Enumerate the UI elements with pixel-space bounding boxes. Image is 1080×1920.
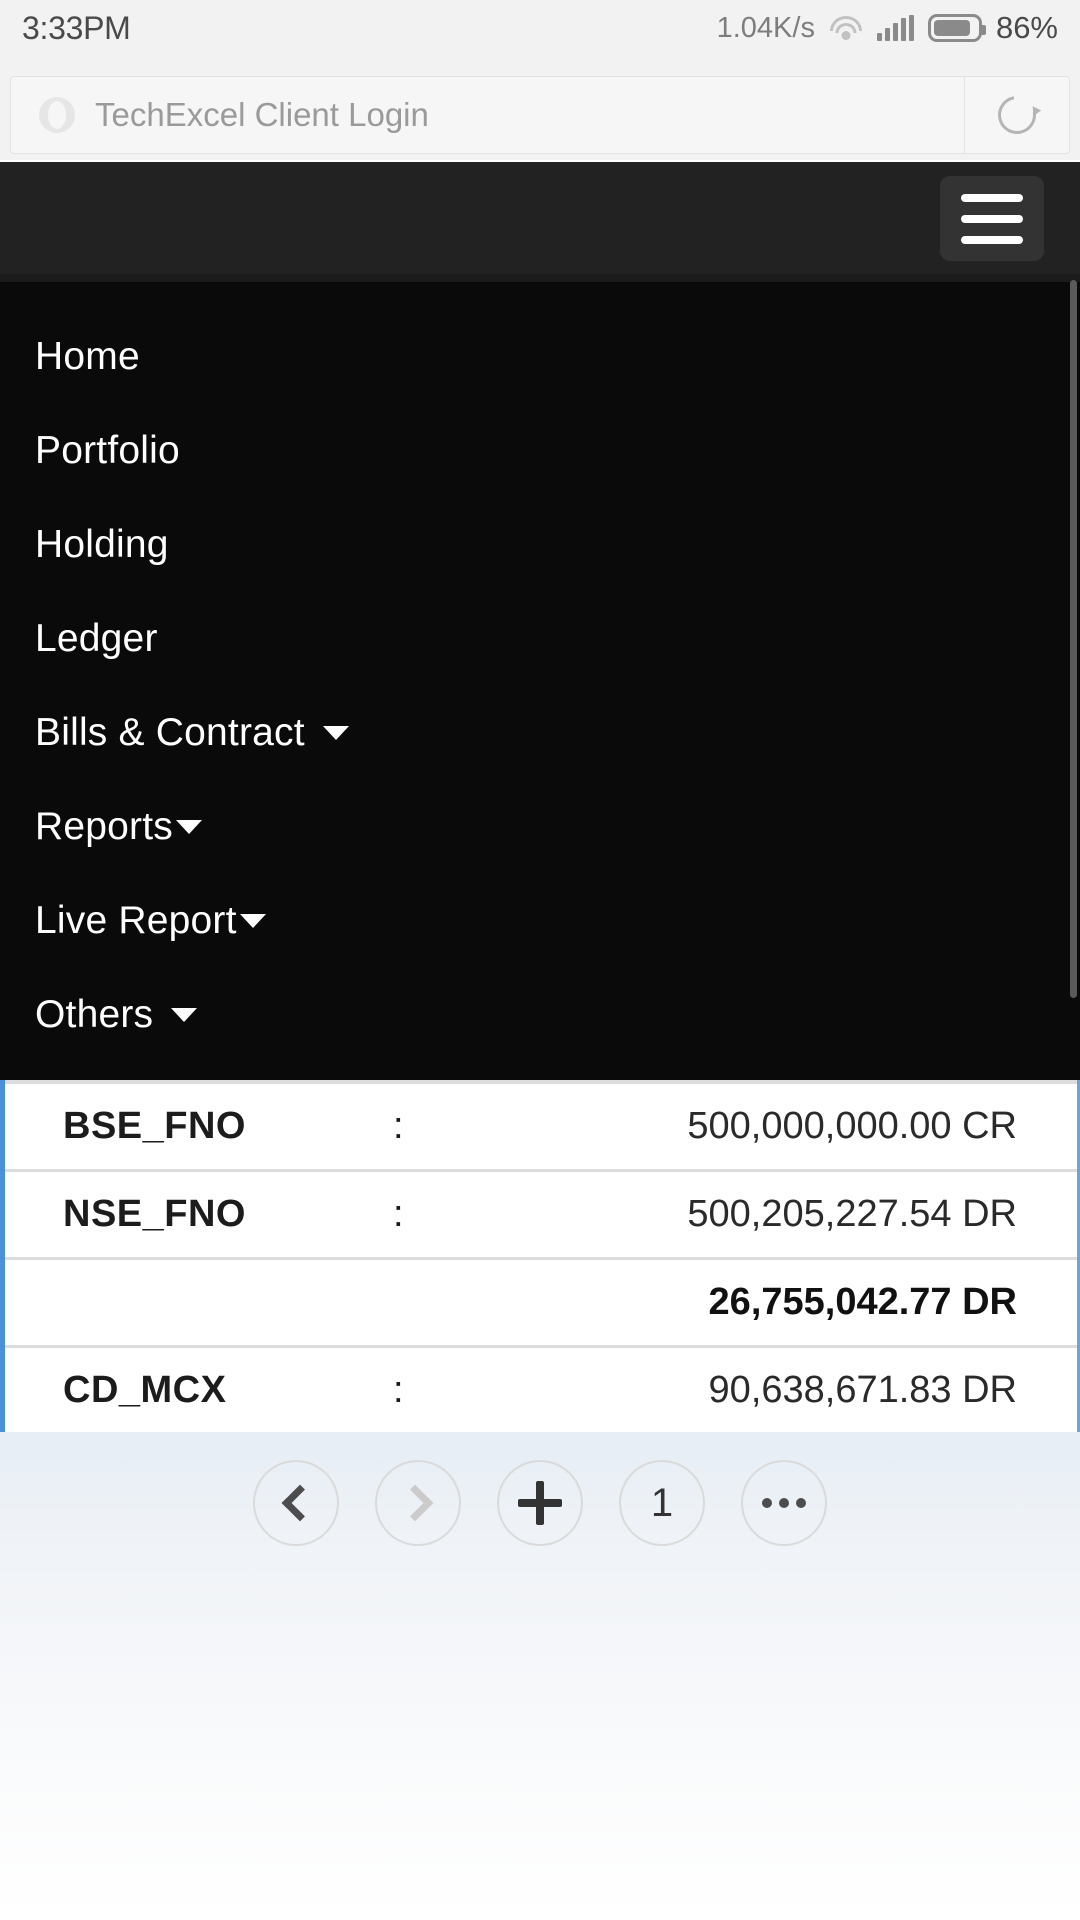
plus-icon: [518, 1481, 562, 1525]
hamburger-menu-icon-bar: [961, 193, 1023, 202]
nav-item-label: Ledger: [35, 617, 158, 660]
hamburger-menu-icon-bar: [961, 214, 1023, 223]
row-label: BSE_FNO: [63, 1105, 246, 1147]
nav-item-home[interactable]: Home: [0, 310, 1080, 404]
forward-button[interactable]: [375, 1460, 461, 1546]
nav-item-label: Portfolio: [35, 429, 180, 472]
battery-icon: [927, 14, 986, 42]
row-value: 500,205,227.54 DR: [687, 1193, 1017, 1235]
app-header: [0, 162, 1080, 274]
status-bar-indicators: 1.04K/s 86%: [717, 10, 1058, 46]
chevron-left-icon: [281, 1484, 318, 1522]
chevron-down-icon: [239, 914, 266, 928]
battery-percent-label: 86%: [995, 10, 1058, 45]
browser-bottom-bar-buttons: 1: [0, 1460, 1080, 1546]
site-logo-icon: [39, 97, 75, 133]
table-row-total: 26,755,042.77 DR: [5, 1260, 1077, 1348]
table-row: NSE_FNO : 500,205,227.54 DR: [5, 1172, 1077, 1260]
chevron-down-icon: [322, 726, 349, 740]
row-separator: :: [393, 1105, 404, 1147]
browser-bottom-bar: 1: [0, 1432, 1080, 1920]
row-separator: :: [393, 1369, 404, 1411]
wifi-icon: [829, 15, 863, 41]
nav-item-label: Holding: [35, 523, 169, 566]
nav-item-ledger[interactable]: Ledger: [0, 592, 1080, 686]
hamburger-menu-button[interactable]: [940, 176, 1044, 261]
nav-item-reports[interactable]: Reports: [0, 780, 1080, 874]
reload-icon: [990, 88, 1044, 142]
chevron-down-icon: [171, 1008, 198, 1022]
nav-item-portfolio[interactable]: Portfolio: [0, 404, 1080, 498]
navigation-drawer: Home Portfolio Holding Ledger Bills & Co…: [0, 274, 1080, 1080]
drawer-scrollbar[interactable]: [1070, 280, 1077, 998]
address-bar-title: TechExcel Client Login: [95, 96, 429, 133]
address-bar[interactable]: TechExcel Client Login: [10, 76, 1070, 154]
more-options-button[interactable]: [741, 1460, 827, 1546]
row-value: 90,638,671.83 DR: [708, 1369, 1017, 1411]
nav-item-label: Reports: [35, 805, 173, 848]
nav-item-holding[interactable]: Holding: [0, 498, 1080, 592]
table-row: BSE_FNO : 500,000,000.00 CR: [5, 1084, 1077, 1172]
drawer-top-divider: [0, 274, 1080, 282]
nav-item-label: Live Report: [35, 899, 237, 942]
row-separator: :: [393, 1193, 404, 1235]
browser-toolbar: TechExcel Client Login: [0, 56, 1080, 160]
status-bar: 3:33PM 1.04K/s 86%: [0, 0, 1080, 56]
nav-item-others[interactable]: Others: [0, 968, 1080, 1062]
chevron-down-icon: [175, 820, 202, 834]
hamburger-menu-icon-bar: [961, 235, 1023, 244]
nav-item-label: Others: [35, 993, 154, 1036]
nav-item-live-report[interactable]: Live Report: [0, 874, 1080, 968]
nav-item-label: Home: [35, 335, 140, 378]
status-bar-clock: 3:33PM: [22, 9, 131, 46]
signal-icon: [876, 15, 914, 41]
row-label: NSE_FNO: [63, 1193, 246, 1235]
nav-item-bills-and-contract[interactable]: Bills & Contract: [0, 686, 1080, 780]
row-value: 500,000,000.00 CR: [687, 1105, 1017, 1147]
table-row: CD_MCX : 90,638,671.83 DR: [5, 1348, 1077, 1432]
row-value-total: 26,755,042.77 DR: [708, 1281, 1017, 1323]
nav-item-label: Bills & Contract: [35, 711, 305, 754]
tab-count-label: 1: [650, 1481, 674, 1525]
balance-summary-card: BSE_FNO : 500,000,000.00 CR NSE_FNO : 50…: [0, 1080, 1080, 1432]
reload-button[interactable]: [965, 77, 1069, 153]
tab-switcher-button[interactable]: 1: [619, 1460, 705, 1546]
network-speed-label: 1.04K/s: [716, 11, 815, 44]
back-button[interactable]: [253, 1460, 339, 1546]
ellipsis-icon: [762, 1498, 806, 1508]
chevron-right-icon: [396, 1484, 433, 1522]
new-tab-button[interactable]: [497, 1460, 583, 1546]
row-label: CD_MCX: [63, 1369, 227, 1411]
